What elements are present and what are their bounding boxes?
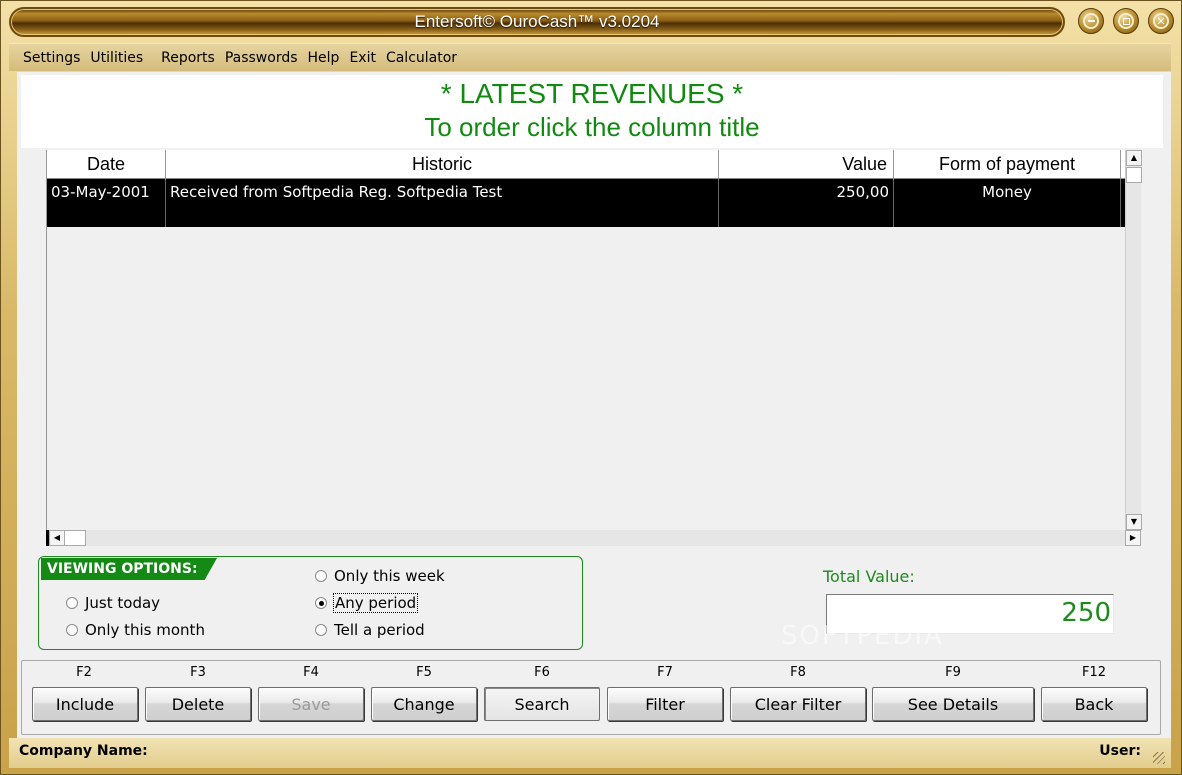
see-details-button[interactable]: See Details: [872, 687, 1034, 721]
save-button[interactable]: Save: [258, 687, 364, 721]
main-panel: * LATEST REVENUES * To order click the c…: [17, 72, 1171, 738]
fkey-label: F5: [416, 665, 432, 680]
close-button[interactable]: ✕: [1148, 8, 1174, 34]
maximize-button[interactable]: [1113, 8, 1139, 34]
filter-button[interactable]: Filter: [607, 687, 723, 721]
menu-utilities[interactable]: Utilities: [90, 50, 143, 66]
page-subtitle: To order click the column title: [424, 112, 760, 142]
page-header: * LATEST REVENUES * To order click the c…: [21, 75, 1163, 148]
viewing-options-group: VIEWING OPTIONS: Just today Only this mo…: [38, 556, 583, 650]
window-frame: Entersoft© OuroCash™ v3.0204 ✕ Settings …: [0, 0, 1182, 775]
include-button[interactable]: Include: [32, 687, 138, 721]
menu-exit[interactable]: Exit: [349, 50, 376, 66]
radio-tell-a-period[interactable]: Tell a period: [315, 621, 425, 639]
function-key-bar: F2 F3 F4 F5 F6 F7 F8 F9 F12 Include Dele…: [21, 660, 1161, 735]
fkey-label: F2: [76, 665, 92, 680]
resize-grip-icon[interactable]: [1153, 752, 1165, 764]
minimize-button[interactable]: [1078, 8, 1104, 34]
radio-icon: [315, 624, 327, 636]
radio-label: Only this week: [334, 567, 445, 585]
total-value-field: 250: [826, 594, 1114, 634]
radio-icon: [315, 570, 327, 582]
radio-only-this-month[interactable]: Only this month: [66, 621, 205, 639]
scroll-right-icon[interactable]: ▶: [1125, 530, 1141, 546]
menu-help[interactable]: Help: [308, 50, 340, 66]
maximize-icon: [1118, 13, 1134, 29]
cell-value: 250,00: [719, 179, 894, 227]
title-bar[interactable]: Entersoft© OuroCash™ v3.0204: [9, 7, 1065, 37]
change-button[interactable]: Change: [371, 687, 477, 721]
close-icon: ✕: [1153, 13, 1169, 29]
minimize-icon: [1083, 13, 1099, 29]
back-button[interactable]: Back: [1041, 687, 1147, 721]
fkey-label: F9: [945, 665, 961, 680]
scroll-down-icon[interactable]: ▼: [1126, 514, 1142, 530]
horizontal-scroll-thumb[interactable]: [64, 530, 86, 546]
window-title: Entersoft© OuroCash™ v3.0204: [414, 12, 660, 31]
radio-only-this-week[interactable]: Only this week: [315, 567, 445, 585]
radio-icon: [66, 597, 78, 609]
radio-any-period[interactable]: Any period: [315, 593, 419, 613]
fkey-label: F3: [190, 665, 206, 680]
viewing-options-label: VIEWING OPTIONS:: [41, 558, 217, 580]
status-bar: Company Name: User:: [9, 738, 1171, 768]
vertical-scrollbar[interactable]: ▲ ▼: [1125, 150, 1142, 530]
scroll-up-icon[interactable]: ▲: [1126, 150, 1142, 166]
user-label: User:: [1099, 743, 1141, 759]
company-name-label: Company Name:: [19, 743, 148, 759]
delete-button[interactable]: Delete: [145, 687, 251, 721]
cell-form-of-payment: Money: [894, 179, 1121, 227]
cell-date: 03-May-2001: [47, 179, 166, 227]
radio-label: Only this month: [85, 621, 205, 639]
menu-reports[interactable]: Reports: [161, 50, 215, 66]
cell-historic: Received from Softpedia Reg. Softpedia T…: [166, 179, 719, 227]
total-value-label: Total Value:: [823, 567, 915, 586]
menu-bar: Settings Utilities Reports Passwords Hel…: [9, 43, 1171, 71]
column-header-value[interactable]: Value: [719, 150, 894, 179]
fkey-label: F12: [1081, 665, 1107, 680]
search-button[interactable]: Search: [484, 687, 600, 721]
horizontal-scrollbar[interactable]: ◀ ▶: [46, 530, 1141, 546]
column-header-historic[interactable]: Historic: [166, 150, 719, 179]
radio-selected-icon: [315, 597, 327, 609]
table-header: Date Historic Value Form of payment: [47, 150, 1126, 179]
fkey-label: F8: [790, 665, 806, 680]
column-header-form-of-payment[interactable]: Form of payment: [894, 150, 1121, 179]
radio-icon: [66, 624, 78, 636]
table-row[interactable]: 03-May-2001 Received from Softpedia Reg.…: [47, 179, 1126, 227]
menu-passwords[interactable]: Passwords: [225, 50, 298, 66]
radio-label: Tell a period: [334, 621, 425, 639]
radio-label: Just today: [85, 594, 161, 612]
fkey-label: F6: [534, 665, 550, 680]
vertical-scroll-thumb[interactable]: [1126, 167, 1142, 183]
clear-filter-button[interactable]: Clear Filter: [730, 687, 866, 721]
column-header-date[interactable]: Date: [47, 150, 166, 179]
revenues-table[interactable]: Date Historic Value Form of payment 03-M…: [46, 150, 1126, 530]
radio-label: Any period: [332, 593, 419, 613]
fkey-label: F7: [657, 665, 673, 680]
radio-just-today[interactable]: Just today: [66, 594, 160, 612]
menu-settings[interactable]: Settings: [23, 50, 80, 66]
fkey-label: F4: [303, 665, 319, 680]
menu-calculator[interactable]: Calculator: [386, 50, 457, 66]
page-title: * LATEST REVENUES *: [440, 78, 744, 109]
scroll-left-icon[interactable]: ◀: [49, 530, 65, 546]
